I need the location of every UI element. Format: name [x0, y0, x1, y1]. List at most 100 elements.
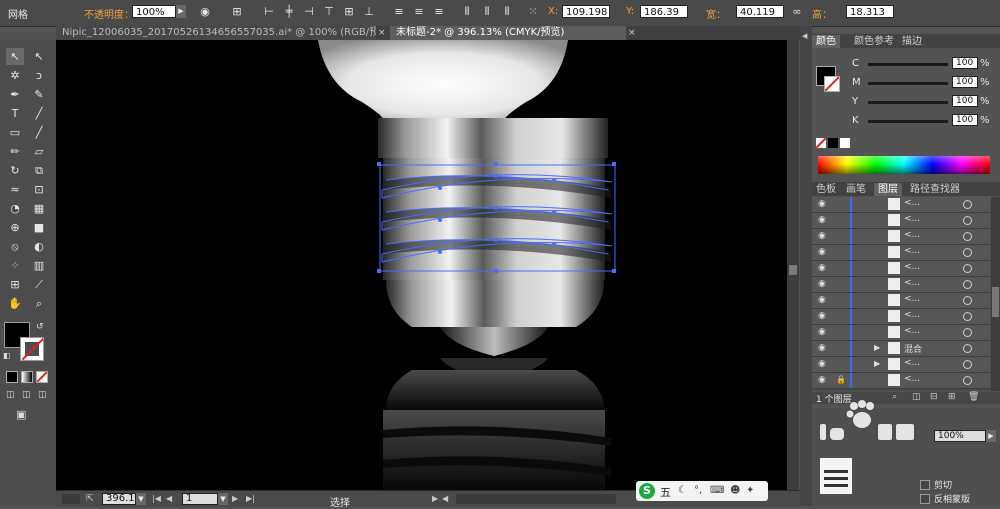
link-proportions-icon[interactable]: ∞	[790, 5, 804, 19]
stroke-swatch[interactable]	[20, 337, 44, 361]
expand-arrow-icon[interactable]	[874, 263, 882, 273]
align-right-icon[interactable]: ⊣	[302, 5, 316, 19]
c-field[interactable]: 100	[952, 57, 978, 69]
eye-icon[interactable]: ◉	[818, 295, 830, 305]
ime-logo-icon[interactable]: S	[639, 483, 655, 499]
align-middle-icon[interactable]: ⊞	[342, 5, 356, 19]
layer-name[interactable]: <...	[904, 310, 920, 320]
height-field[interactable]: 18.313	[846, 5, 894, 18]
layer-row[interactable]: ◉ <...	[812, 245, 990, 261]
eye-icon[interactable]: ◉	[818, 263, 830, 273]
layer-name[interactable]: <...	[904, 326, 920, 336]
expand-arrow-icon[interactable]: ▶	[874, 343, 882, 353]
reference-point-icon[interactable]: ⁙	[526, 5, 540, 19]
eye-icon[interactable]: ◉	[818, 327, 830, 337]
distribute-top-icon[interactable]: ≡	[392, 5, 406, 19]
transparency-opacity-field[interactable]: 100%	[934, 430, 986, 442]
layer-name[interactable]: <...	[904, 358, 920, 368]
lasso-icon[interactable]: ↄ	[30, 67, 48, 84]
expand-arrow-icon[interactable]: ▶	[874, 359, 882, 369]
y-field[interactable]: 186.39	[640, 5, 688, 18]
expand-arrow-icon[interactable]	[874, 199, 882, 209]
ime-mode-label[interactable]: 五	[660, 484, 671, 500]
layer-row[interactable]: ◉ ▶ 混合	[812, 341, 990, 357]
layer-name[interactable]: <...	[904, 374, 920, 384]
c-slider[interactable]	[868, 63, 948, 66]
opacity-label[interactable]: 不透明度：	[84, 6, 134, 21]
share-icon[interactable]: ⇱	[86, 494, 96, 504]
target-circle-icon[interactable]	[963, 232, 972, 241]
expand-arrow-icon[interactable]	[874, 295, 882, 305]
expand-arrow-icon[interactable]	[874, 375, 882, 385]
free-transform-icon[interactable]: ⊡	[30, 181, 48, 198]
target-circle-icon[interactable]	[963, 376, 972, 385]
rectangle-tool-icon[interactable]: ▭	[6, 124, 24, 141]
target-circle-icon[interactable]	[963, 344, 972, 353]
y-field[interactable]: 100	[952, 95, 978, 107]
eye-icon[interactable]: ◉	[818, 311, 830, 321]
layer-row[interactable]: ◉ <...	[812, 293, 990, 309]
stroke-swatch[interactable]	[824, 76, 840, 92]
first-artboard-icon[interactable]: |◀	[152, 494, 162, 504]
opacity-field[interactable]: 100%	[132, 5, 176, 18]
close-icon[interactable]: ×	[378, 28, 388, 38]
shape-builder-icon[interactable]: ◔	[6, 200, 24, 217]
next-artboard-icon[interactable]: ▶	[232, 494, 242, 504]
align-center-icon[interactable]: ╪	[282, 5, 296, 19]
gradient-mode-icon[interactable]	[21, 371, 33, 383]
artboard-field[interactable]: 1	[182, 493, 218, 505]
rotate-tool-icon[interactable]: ↻	[6, 162, 24, 179]
screen-mode-icon[interactable]: ▣	[16, 408, 34, 422]
transform-grid-icon[interactable]: ⊞	[230, 5, 244, 19]
eye-icon[interactable]: ◉	[818, 279, 830, 289]
scroll-thumb[interactable]	[992, 287, 999, 317]
k-slider[interactable]	[868, 120, 948, 123]
target-circle-icon[interactable]	[963, 248, 972, 257]
target-circle-icon[interactable]	[963, 200, 972, 209]
align-left-icon[interactable]: ⊢	[262, 5, 276, 19]
line-tool-icon[interactable]: ╱	[30, 105, 48, 122]
layer-row[interactable]: ◉ <...	[812, 325, 990, 341]
tab-stroke[interactable]: 描边	[898, 35, 926, 48]
y-slider[interactable]	[868, 101, 948, 104]
none-swatch[interactable]	[816, 138, 826, 148]
expand-arrow-icon[interactable]	[874, 311, 882, 321]
distribute-bottom-icon[interactable]: ≡	[432, 5, 446, 19]
target-circle-icon[interactable]	[963, 296, 972, 305]
magic-wand-icon[interactable]: ✲	[6, 67, 24, 84]
draw-normal-icon[interactable]: ◫	[6, 390, 18, 400]
scroll-thumb[interactable]	[789, 265, 797, 275]
transparency-opacity-dropdown[interactable]: ▶	[986, 430, 996, 442]
paintbrush-icon[interactable]: ╱	[30, 124, 48, 141]
direct-selection-tool-icon[interactable]: ↖	[30, 48, 48, 65]
curvature-tool-icon[interactable]: ✎	[30, 86, 48, 103]
layer-name[interactable]: <...	[904, 230, 920, 240]
tools-icon[interactable]: ✦	[746, 485, 758, 497]
color-mode-icon[interactable]	[6, 371, 18, 383]
layer-name[interactable]: <...	[904, 246, 920, 256]
layer-row[interactable]: ◉ <...	[812, 213, 990, 229]
layer-row[interactable]: ◉ <...	[812, 197, 990, 213]
layer-row[interactable]: ◉ <...	[812, 277, 990, 293]
target-circle-icon[interactable]	[963, 216, 972, 225]
target-circle-icon[interactable]	[963, 312, 972, 321]
eyedropper-icon[interactable]: ⦸	[6, 238, 24, 255]
layer-row[interactable]: ◉ <...	[812, 229, 990, 245]
symbol-sprayer-icon[interactable]: ⁘	[6, 257, 24, 274]
tab-swatches[interactable]: 色板	[812, 183, 840, 196]
tab-document-1[interactable]: Nipic_12006035_20170526134656557035.ai* …	[56, 26, 376, 40]
layer-row[interactable]: ◉ <...	[812, 309, 990, 325]
artboard-tool-icon[interactable]: ⊞	[6, 276, 24, 293]
tab-color-guide[interactable]: 颜色参考	[850, 35, 898, 48]
target-circle-icon[interactable]	[963, 264, 972, 273]
layer-row[interactable]: ◉ <...	[812, 261, 990, 277]
blend-tool-icon[interactable]: ◐	[30, 238, 48, 255]
k-field[interactable]: 100	[952, 114, 978, 126]
width-tool-icon[interactable]: ≈	[6, 181, 24, 198]
perspective-grid-icon[interactable]: ▦	[30, 200, 48, 217]
clip-checkbox[interactable]	[920, 480, 930, 490]
lock-icon[interactable]: 🔒	[836, 375, 846, 385]
distribute-middle-icon[interactable]: ≡	[412, 5, 426, 19]
layer-name[interactable]: 混合	[904, 342, 922, 355]
align-bottom-icon[interactable]: ⊥	[362, 5, 376, 19]
